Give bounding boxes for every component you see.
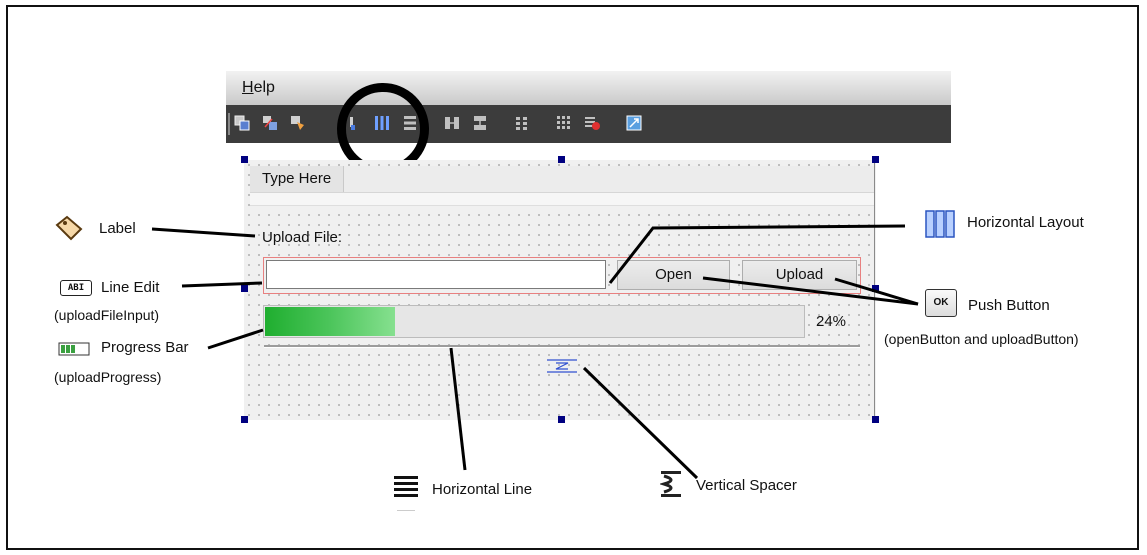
- horizontal-line-icon: [394, 476, 418, 511]
- horizontal-layout-annotation: Horizontal Layout: [967, 214, 1084, 231]
- vertical-spacer-icon: [660, 471, 681, 497]
- line-edit-object-name: (uploadFileInput): [54, 307, 160, 323]
- progress-bar-object-name: (uploadProgress): [54, 369, 162, 385]
- label-tag-icon: [55, 215, 83, 241]
- progress-bar-icon: [58, 342, 90, 356]
- label-connector: [151, 227, 256, 238]
- horizontal-layout-icon: [925, 210, 955, 238]
- progress-bar-annotation: Progress Bar: [101, 339, 189, 356]
- push-button-annotation: Push Button: [968, 297, 1050, 314]
- horizontal-layout-connector: [608, 224, 906, 284]
- horizontal-line-connector: [449, 347, 467, 471]
- annotation-lines: [151, 224, 919, 480]
- push-button-icon: OK: [925, 289, 957, 317]
- line-edit-connector: [181, 281, 263, 288]
- vertical-spacer-annotation: Vertical Spacer: [696, 477, 797, 494]
- push-button-connector-open: [702, 276, 919, 306]
- line-edit-annotation: Line Edit: [101, 279, 160, 296]
- vertical-spacer-connector: [582, 366, 699, 480]
- label-annotation: Label: [99, 220, 136, 237]
- push-button-object-names: (openButton and uploadButton): [884, 331, 1079, 347]
- progress-bar-connector: [207, 328, 264, 350]
- line-edit-icon: ABI: [60, 280, 92, 296]
- horizontal-line-annotation: Horizontal Line: [432, 481, 533, 498]
